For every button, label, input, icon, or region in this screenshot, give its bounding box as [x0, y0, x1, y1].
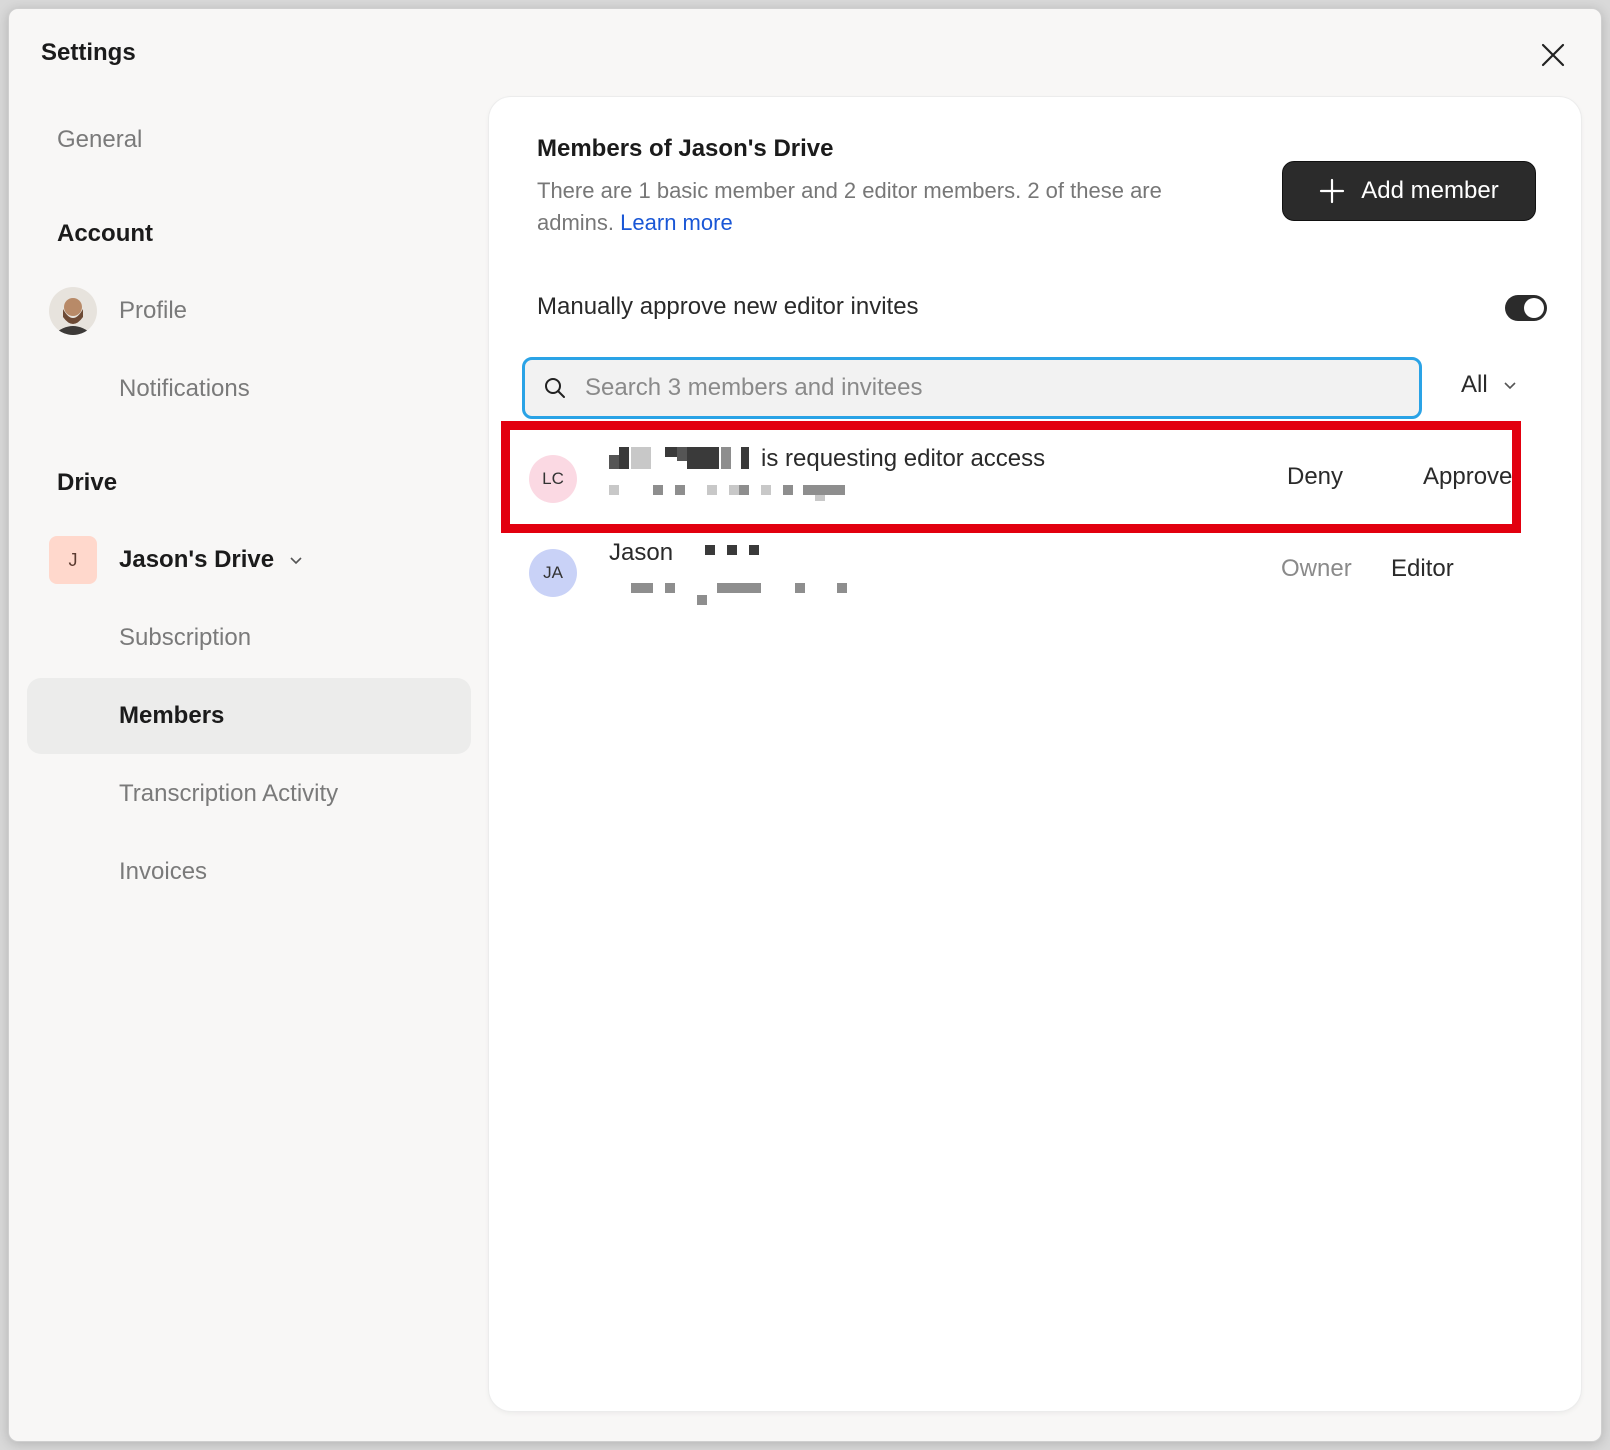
- avatar: LC: [529, 455, 577, 503]
- drive-switcher[interactable]: J Jason's Drive: [27, 522, 471, 598]
- redacted-email: [609, 485, 869, 501]
- sidebar-item-label: Notifications: [119, 375, 250, 402]
- sidebar-item-label: Profile: [119, 297, 188, 324]
- profile-photo-icon: [49, 287, 97, 335]
- request-text: is requesting editor access: [761, 445, 1046, 472]
- search-icon: [543, 376, 567, 400]
- add-member-button[interactable]: Add member: [1282, 161, 1536, 221]
- redacted-last-name: [697, 541, 777, 565]
- sidebar: General Account Profile Notifications Dr…: [9, 9, 489, 1441]
- sidebar-item-notifications[interactable]: Notifications: [27, 351, 471, 427]
- drive-badge: J: [49, 536, 97, 584]
- section-heading-account: Account: [57, 220, 153, 247]
- member-row: JA Jason Owner Editor: [529, 527, 1541, 619]
- member-role-dropdown[interactable]: Editor: [1391, 555, 1454, 583]
- drive-name: Jason's Drive: [119, 546, 275, 573]
- member-first-name: Jason: [609, 539, 674, 566]
- members-summary: There are 1 basic member and 2 editor me…: [537, 175, 1217, 239]
- approve-button[interactable]: Approve: [1423, 463, 1512, 491]
- sidebar-item-profile[interactable]: Profile: [27, 273, 471, 349]
- members-panel: Members of Jason's Drive There are 1 bas…: [489, 97, 1581, 1411]
- member-filter-dropdown[interactable]: All: [1461, 371, 1518, 399]
- sidebar-item-label: General: [57, 126, 143, 153]
- learn-more-link[interactable]: Learn more: [620, 210, 733, 235]
- sidebar-item-members[interactable]: Members: [27, 678, 471, 754]
- sidebar-item-label: Invoices: [119, 858, 208, 885]
- sidebar-item-label: Transcription Activity: [119, 780, 339, 807]
- search-input[interactable]: [583, 373, 1419, 403]
- manual-approve-toggle[interactable]: [1505, 295, 1547, 321]
- manual-approve-label: Manually approve new editor invites: [537, 293, 919, 320]
- sidebar-item-invoices[interactable]: Invoices: [27, 834, 471, 910]
- section-heading-drive: Drive: [57, 469, 118, 496]
- close-icon: [1541, 43, 1565, 67]
- sidebar-item-label: Subscription: [119, 624, 252, 651]
- plus-icon: [1320, 178, 1345, 204]
- filter-value: All: [1461, 371, 1488, 398]
- sidebar-item-label: Members: [119, 702, 225, 729]
- avatar: [49, 287, 97, 335]
- chevron-down-icon: [1504, 382, 1516, 390]
- redacted-name: [609, 447, 757, 471]
- sidebar-item-subscription[interactable]: Subscription: [27, 600, 471, 676]
- member-status: Owner: [1281, 555, 1352, 582]
- page-title: Members of Jason's Drive: [537, 135, 834, 162]
- redacted-email: [609, 583, 869, 605]
- chevron-down-icon: [288, 552, 304, 568]
- member-search: [522, 357, 1422, 419]
- member-request-title: is requesting editor access: [609, 445, 1045, 473]
- add-member-label: Add member: [1361, 177, 1499, 204]
- sidebar-item-transcription-activity[interactable]: Transcription Activity: [27, 756, 471, 832]
- avatar: JA: [529, 549, 577, 597]
- sidebar-item-general[interactable]: General: [27, 102, 471, 178]
- toggle-knob: [1524, 298, 1544, 318]
- deny-button[interactable]: Deny: [1287, 463, 1343, 491]
- member-request-row: LC is requesting editor access Deny Appr…: [529, 433, 1541, 525]
- member-name: Jason: [609, 539, 777, 567]
- settings-modal: Settings General Account Profile Notific…: [8, 8, 1602, 1442]
- close-button[interactable]: [1533, 35, 1573, 75]
